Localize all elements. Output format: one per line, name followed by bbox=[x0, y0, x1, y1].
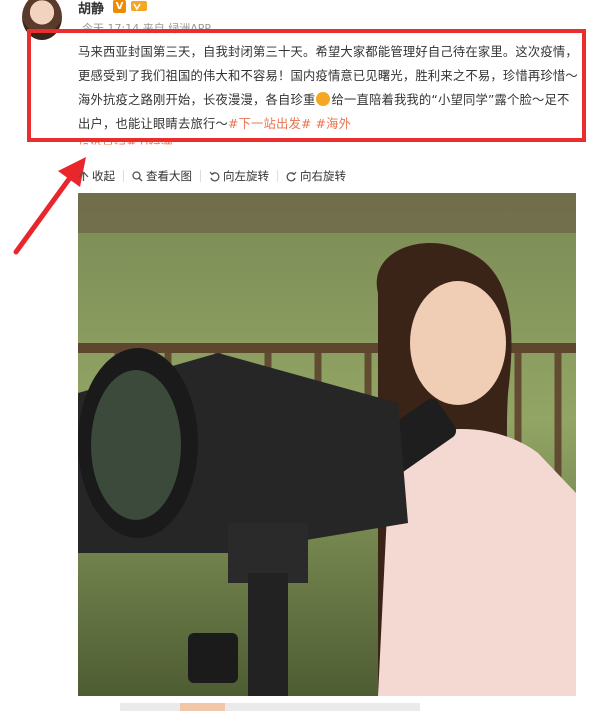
thumbnail-strip bbox=[120, 703, 420, 711]
post-photo[interactable] bbox=[78, 193, 576, 696]
magnifier-icon bbox=[132, 170, 143, 181]
image-toolbar: 收起 查看大图 向左旋转 向右旋转 bbox=[78, 167, 354, 185]
view-large-button[interactable]: 查看大图 bbox=[124, 168, 200, 184]
collapse-label: 收起 bbox=[92, 169, 115, 183]
rotate-left-label: 向左旋转 bbox=[223, 169, 269, 183]
rotate-left-button[interactable]: 向左旋转 bbox=[201, 168, 277, 184]
photo-illustration bbox=[78, 193, 576, 696]
rotate-right-label: 向右旋转 bbox=[300, 169, 346, 183]
view-large-label: 查看大图 bbox=[146, 169, 192, 183]
collapse-icon bbox=[78, 171, 89, 181]
rotate-right-button[interactable]: 向右旋转 bbox=[278, 168, 354, 184]
rotate-right-icon bbox=[286, 171, 297, 181]
rotate-left-icon bbox=[209, 171, 220, 181]
collapse-button[interactable]: 收起 bbox=[78, 168, 123, 184]
